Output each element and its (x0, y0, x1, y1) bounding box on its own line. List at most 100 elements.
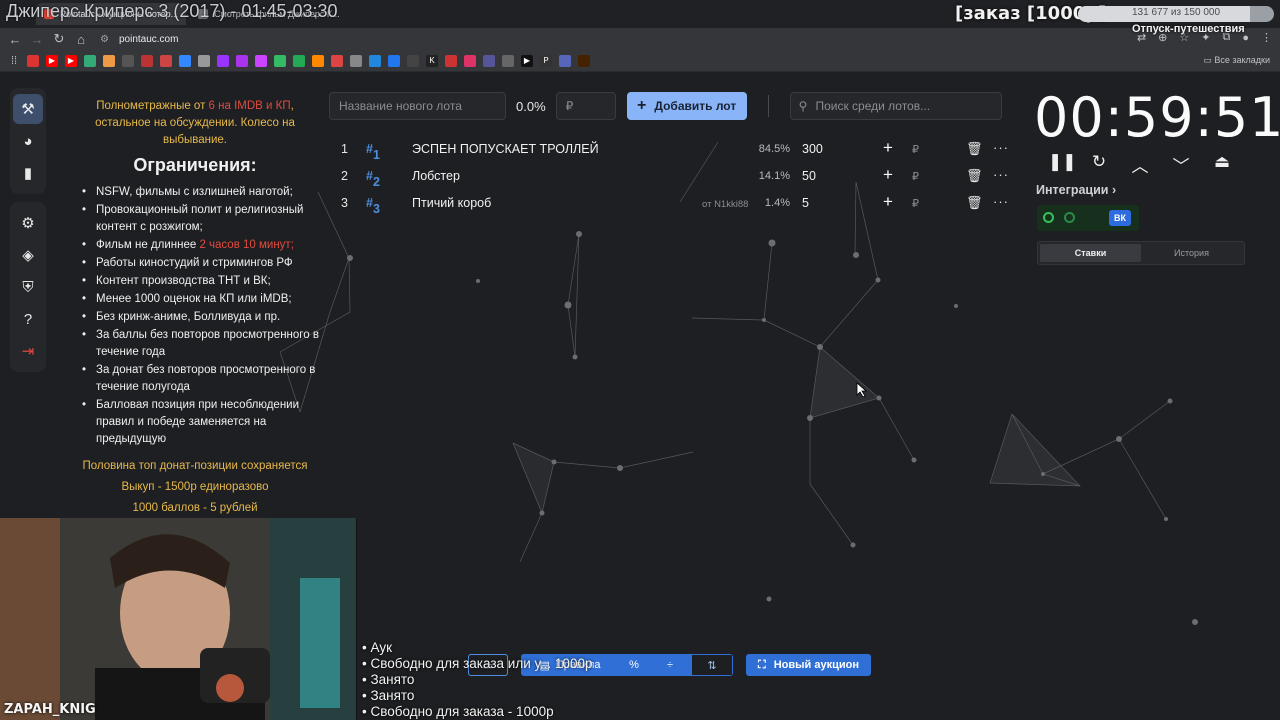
bookmark-icon[interactable] (198, 54, 210, 67)
bookmark-icon[interactable] (84, 54, 96, 67)
bookmark-icon[interactable] (179, 54, 191, 67)
reload-icon[interactable]: ↻ (48, 31, 70, 47)
bookmark-icon[interactable] (559, 54, 571, 67)
lot-amount[interactable]: 50 (802, 169, 816, 183)
forward-icon[interactable]: → (26, 32, 48, 47)
bookmark-icon[interactable] (464, 54, 476, 67)
bookmark-icon[interactable] (350, 54, 362, 67)
lot-amount-input[interactable]: ₽ (555, 92, 616, 120)
integrations-link[interactable]: Интеграции › (1036, 183, 1116, 197)
order-list-item: • Свободно для заказа - 1000р (362, 704, 554, 719)
lot-id: # 3 (366, 196, 380, 216)
currency-input[interactable]: ₽ (912, 170, 919, 183)
percent-toggle-icon[interactable]: % (619, 654, 649, 676)
currency-input[interactable]: ₽ (912, 197, 919, 210)
bookmark-icon[interactable] (27, 54, 39, 67)
youtube-icon[interactable]: ▶ (65, 54, 77, 67)
layers-icon[interactable]: ◈ (13, 240, 43, 270)
bookmark-icon[interactable] (445, 54, 457, 67)
site-info-icon[interactable]: ⚙ (100, 34, 109, 45)
add-lot-button[interactable]: + Добавить лот (626, 92, 747, 120)
twitch-icon[interactable] (217, 54, 229, 67)
bookmark-icon[interactable]: P (540, 54, 552, 67)
lot-amount[interactable]: 300 (802, 142, 823, 156)
lot-position: 1 (341, 142, 348, 156)
split-icon[interactable]: ÷ (649, 654, 691, 676)
auction-timer: 00:59:51 (1034, 86, 1280, 149)
vk-icon[interactable]: ВК (1109, 210, 1131, 226)
stats-bar-icon[interactable]: ▮ (13, 158, 43, 188)
bookmark-icon[interactable] (483, 54, 495, 67)
bookmark-icon[interactable] (255, 54, 267, 67)
integrations-status: ВК (1037, 205, 1139, 231)
lot-row: 2 # 2 Лобстер 14.1% 50 + ₽ 🗑 ··· (332, 163, 1012, 190)
delete-icon[interactable]: 🗑 (966, 195, 983, 211)
tab-history[interactable]: История (1141, 244, 1242, 262)
back-icon[interactable]: ← (4, 32, 26, 47)
more-options-icon[interactable]: ··· (993, 167, 1009, 182)
lot-name[interactable]: ЭСПЕН ПОПУСКАЕТ ТРОЛЛЕЙ (412, 142, 599, 156)
lot-name[interactable]: Птичий короб (412, 196, 491, 210)
mail-icon[interactable] (103, 54, 115, 67)
pause-icon[interactable]: ❚❚ (1048, 152, 1077, 177)
increase-time-icon[interactable]: ︿ (1130, 152, 1150, 177)
decrease-time-icon[interactable]: ﹀ (1171, 152, 1191, 177)
lot-search-input[interactable]: ⚲ Поиск среди лотов... (789, 92, 1002, 120)
donation-status-icon[interactable] (1064, 212, 1075, 223)
bookmark-icon[interactable] (122, 54, 134, 67)
rule-item: Фильм не длиннее 2 часов 10 минут; (70, 237, 320, 254)
home-icon[interactable]: ⌂ (70, 32, 92, 47)
rules-footer: Половина топ донат-позиции сохраняется В… (70, 456, 320, 519)
bookmark-icon[interactable] (293, 54, 305, 67)
delete-icon[interactable]: 🗑 (966, 141, 983, 157)
url-field[interactable]: ⚙ pointauc.com (100, 34, 178, 45)
chevron-right-icon: › (1111, 183, 1117, 197)
add-amount-icon[interactable]: + (883, 165, 893, 185)
bookmark-icon[interactable] (236, 54, 248, 67)
more-options-icon[interactable]: ··· (993, 194, 1009, 209)
youtube-icon[interactable]: ▶ (46, 54, 58, 67)
bookmark-icon[interactable]: ▶ (521, 54, 533, 67)
help-icon[interactable]: ? (13, 304, 43, 334)
add-amount-icon[interactable]: + (883, 192, 893, 212)
settings-gear-icon[interactable]: ⚙ (13, 208, 43, 238)
add-amount-icon[interactable]: + (883, 138, 893, 158)
currency-input[interactable]: ₽ (912, 143, 919, 156)
new-auction-button[interactable]: ⛶ Новый аукцион (746, 654, 871, 676)
timer-controls: ❚❚ ↻ ︿ ﹀ ⏏ (1048, 152, 1232, 177)
shield-icon[interactable]: ⛨ (13, 272, 43, 302)
bookmark-icon[interactable] (141, 54, 153, 67)
mail-icon[interactable] (160, 54, 172, 67)
lot-amount[interactable]: 5 (802, 196, 809, 210)
menu-icon[interactable]: ⋮ (1261, 31, 1272, 44)
telegram-icon[interactable] (369, 54, 381, 67)
logout-icon[interactable]: ⇥ (13, 336, 43, 366)
bookmark-icon[interactable] (312, 54, 324, 67)
rule-item: Контент производства ТНТ и ВК; (70, 273, 320, 290)
footer-line: Половина топ донат-позиции сохраняется (82, 460, 308, 472)
vk-icon[interactable] (388, 54, 400, 67)
new-lot-bar: Название нового лота 0.0% ₽ + Добавить ло… (329, 92, 1002, 120)
lot-name[interactable]: Лобстер (412, 169, 460, 183)
reset-icon[interactable]: ↻ (1089, 152, 1109, 177)
lot-name-input[interactable]: Название нового лота (329, 92, 506, 120)
bookmark-icon[interactable] (578, 54, 590, 67)
auction-gavel-icon[interactable]: ⚒ (13, 94, 43, 124)
bookmark-icon[interactable] (274, 54, 286, 67)
bookmark-icon[interactable] (407, 54, 419, 67)
collapse-icon[interactable]: ⏏ (1212, 152, 1232, 177)
rule-highlight: 2 часов 10 минут; (199, 239, 294, 251)
all-bookmarks-link[interactable]: ▭ Все закладки (1203, 55, 1270, 66)
delete-icon[interactable]: 🗑 (966, 168, 983, 184)
bookmark-icon[interactable] (502, 54, 514, 67)
more-options-icon[interactable]: ··· (993, 140, 1009, 155)
wheel-icon[interactable]: ◕ (13, 126, 43, 156)
apps-grid-icon[interactable]: ⁞⁞ (8, 55, 20, 67)
bookmark-icon[interactable]: K (426, 54, 438, 67)
bookmark-icon[interactable] (331, 54, 343, 67)
lot-percent: 1.4% (764, 197, 790, 209)
sort-icon[interactable]: ⇅ (691, 654, 733, 676)
twitch-status-icon[interactable] (1043, 212, 1054, 223)
rules-panel: Полнометражные от 6 на IMDB и КП, осталь… (70, 98, 320, 519)
tab-bids[interactable]: Ставки (1040, 244, 1141, 262)
